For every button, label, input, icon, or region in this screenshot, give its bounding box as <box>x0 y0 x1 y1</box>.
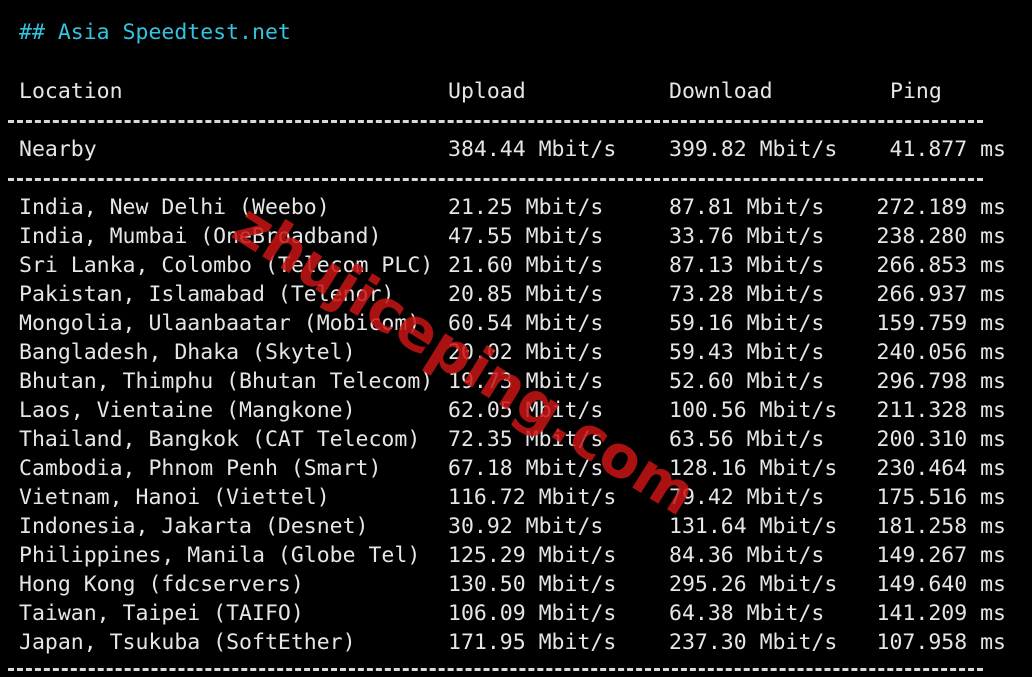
cell-download: 59.43 Mbit/s <box>669 340 825 365</box>
cell-ping: 181.258 ms <box>876 514 1006 539</box>
table-row: Pakistan, Islamabad (Telenor) 20.85 Mbit/… <box>0 280 1032 309</box>
separator-line <box>8 120 983 123</box>
cell-download: 131.64 Mbit/s <box>669 514 838 539</box>
cell-ping: 200.310 ms <box>876 427 1006 452</box>
cell-download: 87.13 Mbit/s <box>669 253 825 278</box>
cell-location: Hong Kong (fdcservers) <box>19 572 304 597</box>
cell-location: Thailand, Bangkok (CAT Telecom) <box>19 427 421 452</box>
cell-upload: 106.09 Mbit/s <box>448 601 617 626</box>
cell-upload: 62.05 Mbit/s <box>448 398 604 423</box>
cell-location: Vietnam, Hanoi (Viettel) <box>19 485 330 510</box>
cell-upload: 171.95 Mbit/s <box>448 630 617 655</box>
table-row: India, Mumbai (OneBroadband) 47.55 Mbit/s… <box>0 222 1032 251</box>
cell-download: 63.56 Mbit/s <box>669 427 825 452</box>
cell-location: Cambodia, Phnom Penh (Smart) <box>19 456 382 481</box>
cell-upload: 72.35 Mbit/s <box>448 427 604 452</box>
table-row: Hong Kong (fdcservers) 130.50 Mbit/s 295.2… <box>0 570 1032 599</box>
cell-download: 100.56 Mbit/s <box>669 398 838 423</box>
cell-ping: 211.328 ms <box>876 398 1006 423</box>
cell-upload: 20.85 Mbit/s <box>448 282 604 307</box>
separator-line <box>8 668 983 671</box>
cell-location: Bhutan, Thimphu (Bhutan Telecom) <box>19 369 434 394</box>
table-row: India, New Delhi (Weebo) 21.25 Mbit/s 87.8… <box>0 193 1032 222</box>
table-row: Philippines, Manila (Globe Tel) 125.29 Mb… <box>0 541 1032 570</box>
cell-location: Indonesia, Jakarta (Desnet) <box>19 514 369 539</box>
section-heading: ## Asia Speedtest.net <box>19 20 291 45</box>
cell-upload: 130.50 Mbit/s <box>448 572 617 597</box>
cell-upload: 20.02 Mbit/s <box>448 340 604 365</box>
cell-download: 295.26 Mbit/s <box>669 572 838 597</box>
table-row-nearby: Nearby 384.44 Mbit/s 399.82 Mbit/s 41.87… <box>0 135 1032 164</box>
cell-upload: 19.73 Mbit/s <box>448 369 604 394</box>
cell-location: Japan, Tsukuba (SoftEther) <box>19 630 356 655</box>
cell-location: Philippines, Manila (Globe Tel) <box>19 543 421 568</box>
table-row: Vietnam, Hanoi (Viettel) 116.72 Mbit/s 79.… <box>0 483 1032 512</box>
cell-download: 52.60 Mbit/s <box>669 369 825 394</box>
cell-download: 33.76 Mbit/s <box>669 224 825 249</box>
cell-ping: 141.209 ms <box>876 601 1006 626</box>
cell-location: Bangladesh, Dhaka (Skytel) <box>19 340 356 365</box>
table-row: Cambodia, Phnom Penh (Smart) 67.18 Mbit/s… <box>0 454 1032 483</box>
cell-location: India, New Delhi (Weebo) <box>19 195 330 220</box>
cell-upload: 21.60 Mbit/s <box>448 253 604 278</box>
cell-download: 84.36 Mbit/s <box>669 543 825 568</box>
cell-upload: 47.55 Mbit/s <box>448 224 604 249</box>
cell-ping: 107.958 ms <box>876 630 1006 655</box>
cell-upload: 21.25 Mbit/s <box>448 195 604 220</box>
table-header-row: Location Upload Download Ping <box>0 77 1032 106</box>
header-upload: Upload <box>448 79 526 104</box>
cell-download: 87.81 Mbit/s <box>669 195 825 220</box>
cell-ping: 272.189 ms <box>876 195 1006 220</box>
header-download: Download <box>669 79 773 104</box>
table-row: Laos, Vientaine (Mangkone) 62.05 Mbit/s 10… <box>0 396 1032 425</box>
table-row: Bhutan, Thimphu (Bhutan Telecom) 19.73 Mb… <box>0 367 1032 396</box>
terminal-window: ## Asia Speedtest.net Location Upload Do… <box>0 0 1032 677</box>
table-row: Bangladesh, Dhaka (Skytel) 20.02 Mbit/s 59… <box>0 338 1032 367</box>
header-location: Location <box>19 79 123 104</box>
table-row: Taiwan, Taipei (TAIFO) 106.09 Mbit/s 64.38… <box>0 599 1032 628</box>
cell-location: Pakistan, Islamabad (Telenor) <box>19 282 395 307</box>
cell-ping: 41.877 ms <box>889 137 1007 162</box>
cell-ping: 296.798 ms <box>876 369 1006 394</box>
cell-ping: 159.759 ms <box>876 311 1006 336</box>
table-row: Mongolia, Ulaanbaatar (Mobicom) 60.54 Mbi… <box>0 309 1032 338</box>
cell-download: 73.28 Mbit/s <box>669 282 825 307</box>
cell-ping: 266.937 ms <box>876 282 1006 307</box>
cell-ping: 238.280 ms <box>876 224 1006 249</box>
cell-location: India, Mumbai (OneBroadband) <box>19 224 382 249</box>
cell-upload: 60.54 Mbit/s <box>448 311 604 336</box>
cell-ping: 175.516 ms <box>876 485 1006 510</box>
table-row: Japan, Tsukuba (SoftEther) 171.95 Mbit/s 2… <box>0 628 1032 657</box>
cell-ping: 266.853 ms <box>876 253 1006 278</box>
header-ping: Ping <box>890 79 942 104</box>
cell-download: 399.82 Mbit/s <box>669 137 838 162</box>
cell-upload: 116.72 Mbit/s <box>448 485 617 510</box>
cell-location: Nearby <box>19 137 97 162</box>
cell-ping: 149.640 ms <box>876 572 1006 597</box>
cell-download: 128.16 Mbit/s <box>669 456 838 481</box>
cell-location: Laos, Vientaine (Mangkone) <box>19 398 356 423</box>
cell-location: Sri Lanka, Colombo (Telecom PLC) <box>19 253 434 278</box>
cell-upload: 384.44 Mbit/s <box>448 137 617 162</box>
cell-download: 59.16 Mbit/s <box>669 311 825 336</box>
cell-ping: 230.464 ms <box>876 456 1006 481</box>
cell-location: Taiwan, Taipei (TAIFO) <box>19 601 304 626</box>
cell-download: 64.38 Mbit/s <box>669 601 825 626</box>
cell-download: 79.42 Mbit/s <box>669 485 825 510</box>
table-row: Sri Lanka, Colombo (Telecom PLC) 21.60 Mb… <box>0 251 1032 280</box>
table-row: Thailand, Bangkok (CAT Telecom) 72.35 Mbi… <box>0 425 1032 454</box>
cell-upload: 125.29 Mbit/s <box>448 543 617 568</box>
cell-download: 237.30 Mbit/s <box>669 630 838 655</box>
cell-upload: 67.18 Mbit/s <box>448 456 604 481</box>
cell-location: Mongolia, Ulaanbaatar (Mobicom) <box>19 311 421 336</box>
cell-ping: 240.056 ms <box>876 340 1006 365</box>
cell-ping: 149.267 ms <box>876 543 1006 568</box>
table-row: Indonesia, Jakarta (Desnet) 30.92 Mbit/s 1… <box>0 512 1032 541</box>
cell-upload: 30.92 Mbit/s <box>448 514 604 539</box>
separator-line <box>8 178 983 181</box>
